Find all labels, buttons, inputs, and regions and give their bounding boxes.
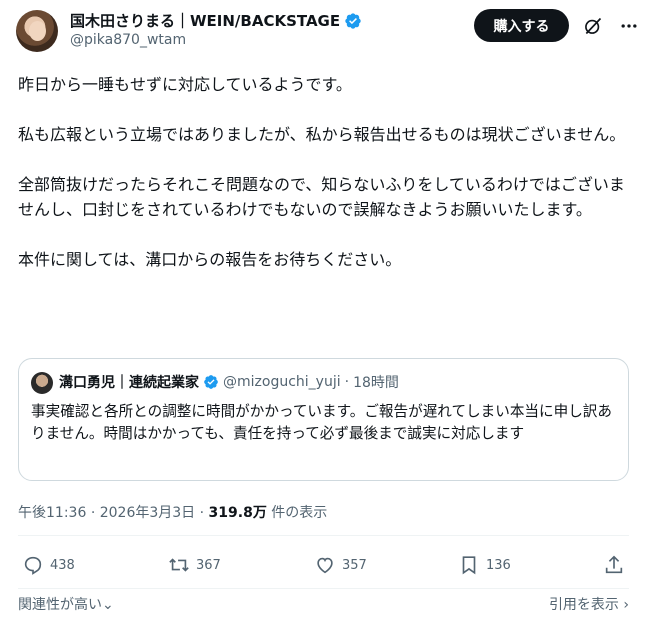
divider [18, 588, 629, 589]
view-quotes-link[interactable]: 引用を表示 › [549, 594, 629, 614]
quoted-author-handle[interactable]: @mizoguchi_yuji [223, 374, 341, 390]
post-paragraph: 昨日から一睡もせずに対応しているようです。 [18, 75, 352, 94]
like-icon [317, 557, 333, 574]
quoted-post-text: 事実確認と各所との調整に時間がかかっています。ご報告が遅れてしまい本当に申し訳あ… [31, 403, 612, 442]
sort-label: 関連性が高い [18, 597, 102, 613]
post-timestamp: 午後11:36 · 2026年3月3日 · 319.8万 件の表示 [18, 502, 327, 522]
more-icon[interactable] [618, 16, 640, 36]
view-count: 319.8万 [208, 505, 267, 521]
author-name-row[interactable]: 国木田さりまる｜WEIN/BACKSTAGE [70, 10, 362, 31]
quoted-author-avatar[interactable] [31, 372, 53, 394]
verified-badge-icon [204, 375, 218, 389]
reply-count: 438 [50, 557, 75, 573]
grok-icon[interactable] [583, 16, 603, 36]
buy-button[interactable]: 購入する [474, 9, 569, 42]
reply-icon [24, 556, 42, 575]
like-button[interactable]: 357 [314, 554, 367, 576]
quoted-post[interactable]: 溝口勇児｜連続起業家 @mizoguchi_yuji · 18時間 事実確認と各… [18, 358, 629, 481]
reply-button[interactable]: 438 [22, 554, 75, 576]
bookmark-count: 136 [486, 557, 511, 573]
action-bar: 438 367 357 136 [18, 554, 629, 582]
quoted-post-header: 溝口勇児｜連続起業家 @mizoguchi_yuji · 18時間 [59, 372, 399, 392]
share-button[interactable] [603, 554, 625, 576]
share-icon [605, 555, 623, 574]
separator-dot: · [344, 374, 350, 390]
author-avatar[interactable] [16, 10, 58, 52]
author-display-name[interactable]: 国木田さりまる｜WEIN/BACKSTAGE [70, 10, 340, 31]
post-time[interactable]: 午後11:36 [18, 505, 86, 521]
view-quotes-label: 引用を表示 [548, 597, 619, 613]
quoted-post-time: 18時間 [353, 375, 399, 391]
bookmark-button[interactable]: 136 [458, 554, 511, 576]
separator-dot: · [90, 505, 100, 521]
post-paragraph: 私も広報という立場ではありましたが、私から報告出せるものは現状ございません。 [18, 125, 626, 144]
separator-dot: · [199, 505, 209, 521]
author-handle[interactable]: @pika870_wtam [70, 32, 186, 48]
chevron-down-icon: ⌄ [102, 597, 114, 613]
post-body: 昨日から一睡もせずに対応しているようです。 私も広報という立場ではありましたが、… [18, 72, 628, 272]
post-paragraph: 全部筒抜けだったらそれこそ問題なので、知らないふりをしているわけではございません… [18, 175, 625, 219]
chevron-right-icon: › [618, 597, 629, 613]
post-paragraph: 本件に関しては、溝口からの報告をお待ちください。 [18, 250, 402, 269]
repost-icon [169, 558, 189, 572]
view-count-label: 件の表示 [271, 505, 328, 521]
post-header: 国木田さりまる｜WEIN/BACKSTAGE @pika870_wtam 購入す… [16, 8, 637, 52]
quoted-author-name[interactable]: 溝口勇児｜連続起業家 [59, 372, 199, 392]
bookmark-icon [462, 556, 476, 575]
divider [18, 535, 629, 536]
sort-dropdown[interactable]: 関連性が高い⌄ [18, 594, 114, 614]
post-date[interactable]: 2026年3月3日 [100, 505, 195, 521]
repost-count: 367 [196, 557, 221, 573]
repost-button[interactable]: 367 [168, 554, 221, 576]
verified-badge-icon [345, 12, 361, 29]
like-count: 357 [342, 557, 367, 573]
